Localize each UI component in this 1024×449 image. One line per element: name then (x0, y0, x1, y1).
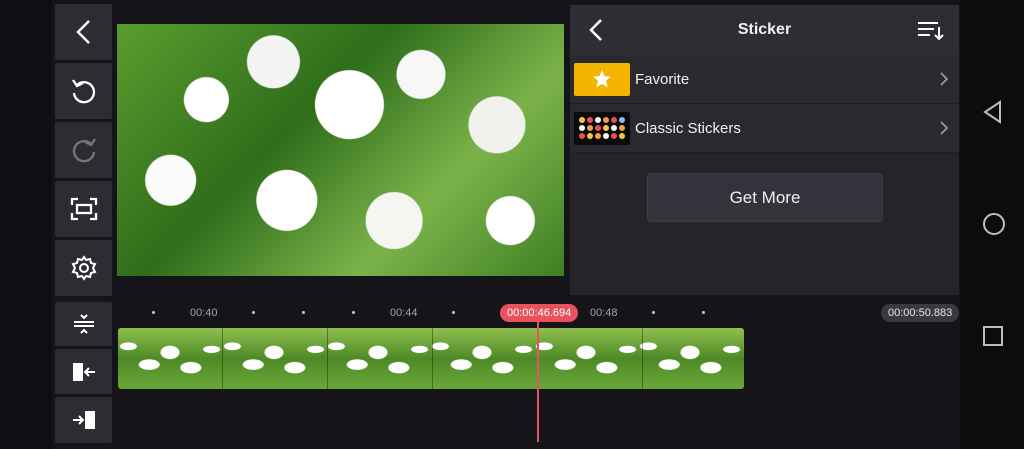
sort-button[interactable] (916, 19, 944, 46)
trim-end-icon (72, 362, 95, 381)
ruler-label: 00:48 (590, 307, 618, 319)
ruler-dot (252, 311, 255, 314)
favorite-thumb (574, 62, 630, 96)
ruler-dot (702, 311, 705, 314)
ruler-dot (652, 311, 655, 314)
ruler-label: 00:40 (190, 307, 218, 319)
video-preview[interactable] (117, 24, 564, 276)
ruler-dot (452, 311, 455, 314)
classic-stickers-thumb (574, 111, 630, 145)
chevron-right-icon (940, 121, 949, 135)
ruler-dot (352, 311, 355, 314)
fit-screen-icon (70, 197, 97, 221)
chevron-right-icon (940, 72, 949, 86)
undo-button[interactable] (55, 63, 112, 119)
sticker-category-classic[interactable]: Classic Stickers (570, 104, 959, 153)
system-recents-button[interactable] (982, 325, 1004, 352)
adjust-icon (73, 314, 94, 334)
trim-start-icon (72, 411, 95, 429)
adjust-button[interactable] (55, 302, 112, 346)
undo-icon (71, 79, 95, 104)
settings-icon (71, 255, 96, 281)
timeline[interactable]: 00:40 00:44 00:48 00:00:46.694 00:00:50.… (117, 300, 960, 449)
ruler-dot (152, 311, 155, 314)
settings-button[interactable] (55, 240, 112, 296)
fit-screen-button[interactable] (55, 181, 112, 237)
redo-icon (72, 138, 96, 163)
panel-title: Sticker (737, 21, 792, 38)
playhead[interactable] (537, 320, 539, 442)
ruler-dot (302, 311, 305, 314)
left-edge-bar (0, 0, 52, 449)
total-time-badge: 00:00:50.883 (881, 304, 960, 322)
current-time-badge: 00:00:46.694 (500, 304, 579, 322)
trim-end-button[interactable] (55, 349, 112, 394)
system-back-button[interactable] (982, 100, 1004, 129)
ruler-label: 00:44 (390, 307, 418, 319)
sort-icon (918, 22, 944, 41)
panel-back-button[interactable] (588, 18, 604, 47)
video-clip-strip[interactable] (118, 328, 744, 389)
recents-square-icon (983, 326, 1003, 346)
sticker-category-label: Classic Stickers (635, 119, 741, 137)
get-more-button[interactable]: Get More (647, 173, 883, 222)
star-icon (593, 70, 611, 88)
system-home-button[interactable] (982, 212, 1006, 241)
back-button[interactable] (55, 4, 112, 60)
sticker-category-favorite[interactable]: Favorite (570, 55, 959, 104)
sticker-panel-header: Sticker (570, 5, 959, 55)
back-icon (589, 19, 602, 41)
sticker-grid-icon (579, 117, 625, 139)
system-nav-bar (960, 0, 1024, 449)
back-triangle-icon (983, 100, 1001, 124)
sticker-category-label: Favorite (635, 70, 690, 88)
back-icon (75, 20, 90, 44)
home-circle-icon (983, 213, 1005, 235)
sticker-panel: Sticker Favorite Classic Stickers Get Mo… (570, 5, 959, 295)
redo-button[interactable] (55, 122, 112, 178)
trim-start-button[interactable] (55, 397, 112, 443)
